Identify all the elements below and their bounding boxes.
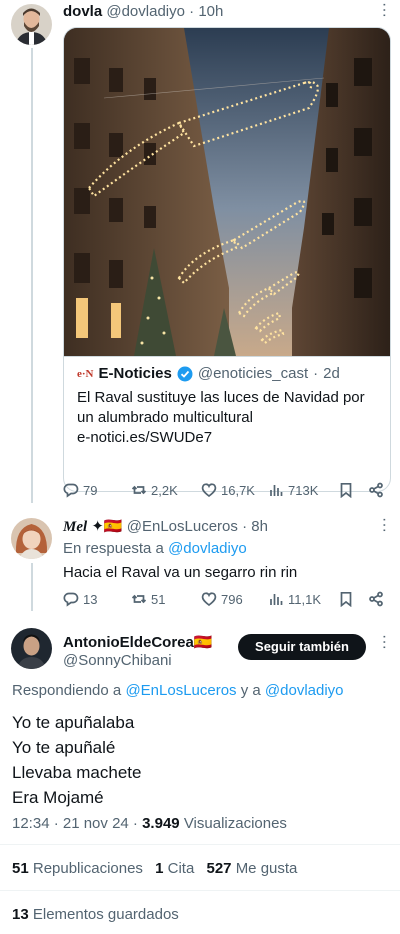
tweet-actions: 13 51 796 11,1K [63, 591, 388, 611]
views-button[interactable]: 11,1K [268, 591, 321, 607]
likes-count: 527 [206, 860, 232, 877]
more-options-icon[interactable]: ··· [376, 634, 393, 650]
reply-count: 13 [83, 591, 98, 607]
reply-context-label: En respuesta a [63, 540, 164, 557]
bookmark-button[interactable] [338, 482, 354, 498]
bookmarks-label: Elementos guardados [32, 906, 179, 923]
divider [0, 844, 400, 845]
likes-label: Me gusta [235, 860, 298, 877]
reposts-count: 51 [12, 860, 29, 877]
link-card[interactable]: e·N E-Noticies @enoticies_cast · 2d El R… [63, 27, 391, 492]
share-button[interactable] [368, 482, 384, 498]
card-link[interactable]: e-notici.es/SWUDe7 [77, 428, 377, 448]
more-options-icon[interactable]: ··· [376, 517, 393, 533]
likes-stat[interactable]: 527 Me gusta [206, 860, 297, 877]
reply-context-mention[interactable]: @EnLosLuceros [125, 682, 236, 699]
views-count: 713K [288, 482, 319, 498]
avatar-antonio[interactable] [11, 628, 52, 669]
quotes-count: 1 [155, 860, 164, 877]
heart-icon [201, 483, 217, 498]
separator-dot: · [313, 365, 319, 382]
tweet-text-line: Yo te apuñalé [12, 738, 116, 757]
more-options-icon[interactable]: ··· [376, 2, 393, 18]
bookmarks-stat[interactable]: 13 Elementos guardados [12, 906, 179, 923]
source-handle[interactable]: @enoticies_cast [198, 365, 308, 382]
share-button[interactable] [368, 591, 384, 607]
author-name[interactable]: dovla [63, 3, 102, 20]
like-button[interactable]: 796 [201, 591, 243, 607]
reply-button[interactable]: 79 [63, 482, 97, 498]
author-name[interactable]: Mel [63, 519, 87, 535]
separator-dot: · [189, 3, 195, 20]
tweet-timestamp[interactable]: 12:34 · 21 nov 24 · [12, 815, 138, 832]
card-image[interactable] [64, 28, 391, 356]
author-handle[interactable]: @dovladiyo [106, 3, 185, 20]
retweet-count: 2,2K [151, 482, 178, 498]
views-label: Visualizaciones [183, 815, 287, 832]
author-name[interactable]: AntonioEldeCorea [63, 634, 194, 651]
quotes-label: Cita [167, 860, 195, 877]
reposts-stat[interactable]: 51 Republicaciones [12, 860, 147, 877]
reply-button[interactable]: 13 [63, 591, 97, 607]
author-name-suffix: ✦🇪🇸 [91, 518, 123, 535]
tweet-text: Hacia el Raval va un segarro rin rin [63, 564, 298, 581]
source-time: 2d [323, 365, 340, 382]
author-handle[interactable]: @EnLosLuceros [127, 518, 238, 535]
thread-line [31, 563, 33, 611]
reply-count: 79 [83, 482, 98, 498]
tweet-text-line: Yo te apuñalaba [12, 713, 135, 732]
tweet-text-line: Era Mojamé [12, 788, 104, 807]
retweet-button[interactable]: 51 [131, 591, 165, 607]
tweet-text: Yo te apuñalaba Yo te apuñalé Llevaba ma… [12, 710, 141, 810]
avatar-dovla[interactable] [11, 4, 52, 45]
separator-dot: · [242, 518, 248, 535]
card-text: El Raval sustituye las luces de Navidad … [77, 389, 365, 406]
bookmarks-count: 13 [12, 906, 29, 923]
reply-icon [63, 592, 79, 607]
like-button[interactable]: 16,7K [201, 482, 255, 498]
reply-context-and: y a [240, 682, 261, 699]
reply-context-label: Respondiendo a [12, 682, 122, 699]
heart-icon [201, 592, 217, 607]
views-count: 3.949 [142, 815, 180, 832]
views-icon [270, 594, 283, 605]
reply-context-mention[interactable]: @dovladiyo [168, 540, 247, 557]
quotes-stat[interactable]: 1 Cita [155, 860, 198, 877]
author-handle[interactable]: @SonnyChibani [63, 652, 172, 669]
bookmark-icon [340, 591, 352, 607]
divider [0, 890, 400, 891]
author-flag: 🇪🇸 [193, 634, 213, 651]
tweet-actions: 79 2,2K 16,7K 713K [63, 482, 388, 502]
source-logo: e·N [77, 367, 94, 380]
thread-line [31, 48, 33, 503]
retweet-button[interactable]: 2,2K [131, 482, 178, 498]
avatar-mel[interactable] [11, 518, 52, 559]
reposts-label: Republicaciones [32, 860, 143, 877]
bookmark-icon [340, 482, 352, 498]
bookmark-button[interactable] [338, 591, 354, 607]
card-text: un alumbrado multicultural [77, 409, 253, 426]
views-button[interactable]: 713K [268, 482, 318, 498]
source-name[interactable]: E-Noticies [99, 365, 172, 382]
views-count: 11,1K [288, 591, 322, 607]
like-count: 796 [221, 591, 243, 607]
follow-button[interactable]: Seguir también [238, 634, 366, 660]
tweet-text-line: Llevaba machete [12, 763, 142, 782]
tweet-time[interactable]: 8h [251, 518, 268, 535]
retweet-icon [131, 485, 147, 495]
reply-icon [63, 483, 79, 498]
retweet-icon [131, 594, 147, 604]
share-icon [369, 591, 383, 607]
retweet-count: 51 [151, 591, 166, 607]
like-count: 16,7K [221, 482, 255, 498]
share-icon [369, 482, 383, 498]
tweet-time[interactable]: 10h [198, 3, 223, 20]
views-icon [270, 485, 283, 496]
verified-icon [177, 366, 193, 381]
reply-context-mention[interactable]: @dovladiyo [265, 682, 344, 699]
